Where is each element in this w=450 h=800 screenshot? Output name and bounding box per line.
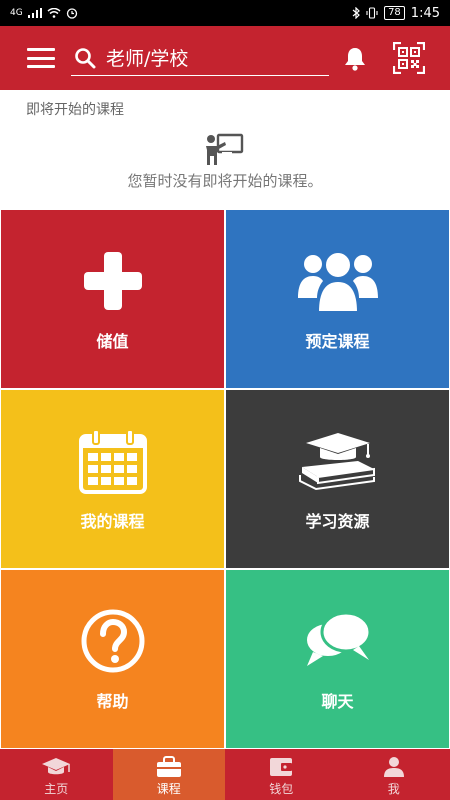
signal-icon [27, 8, 42, 18]
teacher-board-icon [205, 132, 245, 170]
tile-label: 我的课程 [80, 512, 145, 531]
feature-grid: 储值 预定课程 我的课程 学习资源 帮助 聊天 [0, 209, 450, 749]
status-right: 78 1:45 [352, 6, 440, 21]
nav-me[interactable]: 我 [338, 749, 450, 800]
search-placeholder: 老师/学校 [106, 48, 189, 70]
wifi-icon [47, 8, 61, 18]
status-left: 4G [10, 7, 78, 19]
users-group-icon [226, 246, 449, 316]
upcoming-courses-section: 即将开始的课程 您暂时没有即将开始的课程。 [0, 90, 450, 209]
tile-label: 储值 [96, 332, 129, 351]
tile-label: 聊天 [321, 692, 354, 711]
tile-learning-resources[interactable]: 学习资源 [226, 390, 449, 568]
graduation-cap-icon [40, 755, 72, 779]
calendar-icon [1, 426, 224, 496]
qr-code-icon[interactable] [392, 41, 426, 75]
app-bar: 老师/学校 [0, 26, 450, 90]
tile-label: 学习资源 [305, 512, 370, 531]
nav-label: 我 [387, 782, 400, 796]
plus-icon [1, 246, 224, 316]
search-input[interactable]: 老师/学校 [71, 40, 329, 76]
person-icon [382, 755, 406, 779]
clock: 1:45 [410, 5, 440, 21]
nav-label: 钱包 [269, 782, 294, 796]
question-icon [1, 606, 224, 676]
tile-book-course[interactable]: 预定课程 [226, 210, 449, 388]
battery-indicator: 78 [384, 6, 405, 20]
nav-label: 课程 [156, 782, 181, 796]
tile-my-courses[interactable]: 我的课程 [1, 390, 224, 568]
search-icon [75, 47, 96, 68]
alarm-icon [66, 8, 77, 19]
upcoming-title: 即将开始的课程 [26, 102, 124, 118]
tile-label: 帮助 [96, 692, 129, 711]
nav-courses[interactable]: 课程 [112, 749, 225, 800]
books-graduation-cap-icon [226, 426, 449, 496]
vibrate-icon [366, 7, 378, 19]
bottom-nav: 主页 课程 钱包 我 [0, 749, 450, 800]
network-indicator: 4G [10, 8, 23, 18]
wallet-icon [268, 755, 294, 779]
tile-label: 预定课程 [305, 332, 370, 351]
empty-courses-message: 您暂时没有即将开始的课程。 [127, 172, 323, 190]
tile-help[interactable]: 帮助 [1, 570, 224, 748]
menu-icon[interactable] [27, 48, 55, 68]
nav-wallet[interactable]: 钱包 [225, 749, 338, 800]
chat-bubbles-icon [226, 606, 449, 676]
bell-icon[interactable] [343, 46, 367, 72]
tile-top-up[interactable]: 储值 [1, 210, 224, 388]
tile-chat[interactable]: 聊天 [226, 570, 449, 748]
nav-label: 主页 [44, 782, 69, 796]
nav-home[interactable]: 主页 [0, 749, 113, 800]
bluetooth-icon [352, 7, 360, 19]
status-bar: 4G 78 1:45 [0, 0, 450, 26]
briefcase-icon [155, 755, 183, 779]
